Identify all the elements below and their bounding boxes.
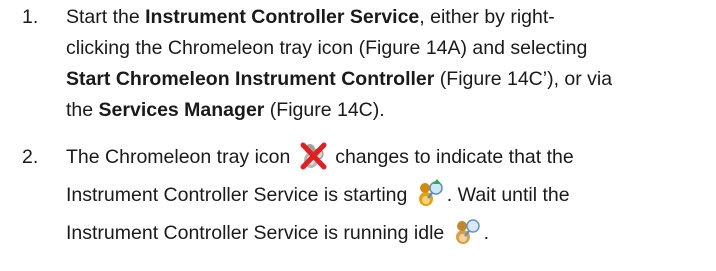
- text-line: the Services Manager (Figure 14C).: [66, 99, 385, 121]
- step-text: Start the Instrument Controller Service,…: [66, 2, 702, 126]
- step-number: 1.: [22, 6, 39, 28]
- text-line: Start the Instrument Controller Service,…: [66, 6, 555, 28]
- bold-term: Services Manager: [98, 99, 265, 121]
- instruction-document: 1. Start the Instrument Controller Servi…: [0, 0, 716, 271]
- text-line: clicking the Chromeleon tray icon (Figur…: [66, 37, 588, 59]
- tray-icon-idle-icon: [452, 216, 482, 246]
- bold-term: Instrument Controller Service: [145, 6, 420, 28]
- text-line: Instrument Controller Service is running…: [66, 214, 702, 252]
- bold-term: Start Chromeleon Instrument Controller: [66, 68, 435, 90]
- text-line: The Chromeleon tray icon changes to indi…: [66, 138, 702, 176]
- tray-icon-starting-icon: [415, 178, 445, 208]
- step-number: 2.: [22, 146, 39, 168]
- text-line: Start Chromeleon Instrument Controller (…: [66, 68, 613, 90]
- step-text: The Chromeleon tray icon changes to indi…: [66, 138, 702, 252]
- text-line: Instrument Controller Service is startin…: [66, 176, 702, 214]
- tray-icon-stopped-icon: [298, 140, 328, 170]
